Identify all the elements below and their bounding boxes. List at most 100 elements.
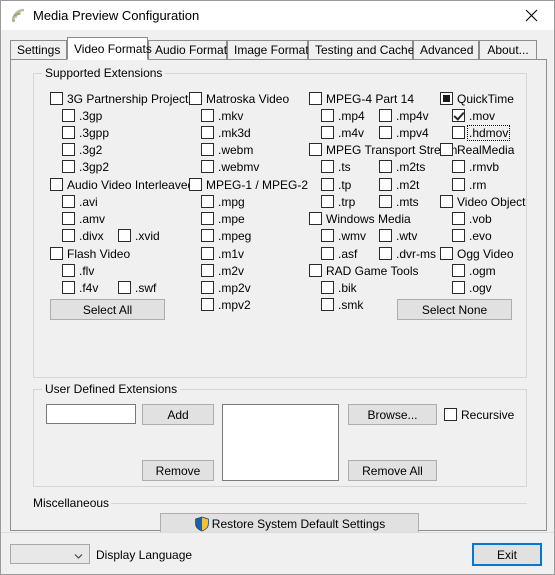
checkbox-mpe[interactable]: .mpe bbox=[201, 211, 245, 226]
checkbox-label: .flv bbox=[79, 263, 95, 278]
checkbox-label: .avi bbox=[79, 194, 98, 209]
checkbox-box bbox=[321, 298, 334, 311]
checkbox-mp4v[interactable]: .mp4v bbox=[379, 108, 429, 123]
checkbox-mpg[interactable]: .mpg bbox=[201, 194, 245, 209]
checkbox-label: Ogg Video bbox=[457, 246, 514, 261]
select-none-button[interactable]: Select None bbox=[397, 299, 512, 320]
display-language-select[interactable] bbox=[10, 544, 90, 564]
tab-settings[interactable]: Settings bbox=[10, 40, 67, 59]
checkbox-smk[interactable]: .smk bbox=[321, 297, 363, 312]
checkbox-3g2[interactable]: .3g2 bbox=[62, 142, 102, 157]
checkbox-webmv[interactable]: .webmv bbox=[201, 159, 259, 174]
checkbox-3gpp[interactable]: .3gpp bbox=[62, 125, 109, 140]
checkbox-dvr-ms[interactable]: .dvr-ms bbox=[379, 246, 436, 261]
checkbox-label: .mts bbox=[396, 194, 419, 209]
tab-image-formats[interactable]: Image Formats bbox=[227, 40, 315, 59]
checkbox-label: .smk bbox=[338, 297, 364, 312]
checkbox-amv[interactable]: .amv bbox=[62, 211, 105, 226]
checkbox-realmedia[interactable]: RealMedia bbox=[440, 142, 514, 157]
chevron-down-icon bbox=[74, 550, 83, 559]
tab-label: Settings bbox=[17, 43, 61, 57]
checkbox-rmvb[interactable]: .rmvb bbox=[452, 159, 499, 174]
select-all-button[interactable]: Select All bbox=[50, 299, 165, 320]
checkbox-recursive[interactable]: Recursive bbox=[444, 407, 514, 422]
exit-button[interactable]: Exit bbox=[472, 543, 542, 566]
checkbox-mov[interactable]: .mov bbox=[452, 108, 495, 123]
checkbox-rad-game-tools[interactable]: RAD Game Tools bbox=[309, 263, 418, 278]
user-extension-input[interactable] bbox=[46, 404, 136, 424]
checkbox-m2ts[interactable]: .m2ts bbox=[379, 159, 425, 174]
checkbox-rm[interactable]: .rm bbox=[452, 177, 486, 192]
checkbox-webm[interactable]: .webm bbox=[201, 142, 253, 157]
checkbox-label: .3gp bbox=[79, 108, 103, 123]
window-title: Media Preview Configuration bbox=[33, 8, 200, 23]
checkbox-asf[interactable]: .asf bbox=[321, 246, 357, 261]
checkbox-box bbox=[118, 229, 131, 242]
checkbox-video-object[interactable]: Video Object bbox=[440, 194, 526, 209]
tab-video-formats[interactable]: Video Formats bbox=[67, 37, 152, 60]
checkbox-divx[interactable]: .divx bbox=[62, 228, 104, 243]
checkbox-audio-video-interleaved[interactable]: Audio Video Interleaved bbox=[50, 177, 194, 192]
checkbox-box bbox=[201, 126, 214, 139]
checkbox-ogg-video[interactable]: Ogg Video bbox=[440, 246, 514, 261]
checkbox-xvid[interactable]: .xvid bbox=[118, 228, 160, 243]
close-icon[interactable] bbox=[508, 1, 554, 29]
checkbox-mts[interactable]: .mts bbox=[379, 194, 419, 209]
video-formats-tab-page: Supported Extensions 3G Partnership Proj… bbox=[10, 59, 547, 574]
checkbox-label: .mpeg bbox=[218, 228, 252, 243]
tab-advanced[interactable]: Advanced bbox=[413, 40, 479, 59]
checkbox-swf[interactable]: .swf bbox=[118, 280, 156, 295]
checkbox-label: .m1v bbox=[218, 246, 245, 261]
checkbox-box bbox=[321, 281, 334, 294]
checkbox-m1v[interactable]: .m1v bbox=[201, 246, 244, 261]
checkbox-3gp[interactable]: .3gp bbox=[62, 108, 102, 123]
checkbox-mk3d[interactable]: .mk3d bbox=[201, 125, 251, 140]
checkbox-mpeg-1-mpeg-2[interactable]: MPEG-1 / MPEG-2 bbox=[189, 177, 308, 192]
checkbox-m2v[interactable]: .m2v bbox=[201, 263, 244, 278]
checkbox-ts[interactable]: .ts bbox=[321, 159, 351, 174]
checkbox-wmv[interactable]: .wmv bbox=[321, 228, 366, 243]
add-extension-button[interactable]: Add bbox=[142, 404, 214, 425]
checkbox-mp4[interactable]: .mp4 bbox=[321, 108, 365, 123]
tab-audio-formats[interactable]: Audio Formats bbox=[148, 40, 233, 59]
button-label: Browse... bbox=[367, 407, 418, 422]
checkbox-mpeg-transport-stream[interactable]: MPEG Transport Stream bbox=[309, 142, 457, 157]
checkbox-avi[interactable]: .avi bbox=[62, 194, 98, 209]
checkbox-trp[interactable]: .trp bbox=[321, 194, 355, 209]
checkbox-m2t[interactable]: .m2t bbox=[379, 177, 419, 192]
checkbox-bik[interactable]: .bik bbox=[321, 280, 357, 295]
checkbox-m4v[interactable]: .m4v bbox=[321, 125, 364, 140]
checkbox-box bbox=[452, 160, 465, 173]
checkbox-mpv2[interactable]: .mpv2 bbox=[201, 297, 251, 312]
checkbox-hdmov[interactable]: .hdmov bbox=[452, 124, 511, 141]
tab-about[interactable]: About... bbox=[479, 40, 537, 59]
checkbox-matroska-video[interactable]: Matroska Video bbox=[189, 91, 289, 106]
user-extensions-listbox[interactable] bbox=[222, 404, 339, 481]
title-bar: Media Preview Configuration bbox=[1, 1, 554, 31]
checkbox-mpeg-4-part-14[interactable]: MPEG-4 Part 14 bbox=[309, 91, 414, 106]
tab-testing-and-cache[interactable]: Testing and Cache bbox=[308, 40, 414, 59]
checkbox-mkv[interactable]: .mkv bbox=[201, 108, 243, 123]
remove-all-button[interactable]: Remove All bbox=[348, 460, 437, 481]
tab-label: Advanced bbox=[420, 43, 474, 57]
checkbox-evo[interactable]: .evo bbox=[452, 228, 492, 243]
checkbox-tp[interactable]: .tp bbox=[321, 177, 351, 192]
checkbox-flv[interactable]: .flv bbox=[62, 263, 94, 278]
checkbox-ogv[interactable]: .ogv bbox=[452, 280, 492, 295]
checkbox-mpv4[interactable]: .mpv4 bbox=[379, 125, 429, 140]
checkbox-3gp2[interactable]: .3gp2 bbox=[62, 159, 109, 174]
checkbox-vob[interactable]: .vob bbox=[452, 211, 492, 226]
checkbox-mp2v[interactable]: .mp2v bbox=[201, 280, 251, 295]
checkbox-quicktime[interactable]: QuickTime bbox=[440, 91, 514, 106]
checkbox-mpeg[interactable]: .mpeg bbox=[201, 228, 251, 243]
checkbox-label: .m2ts bbox=[396, 159, 426, 174]
checkbox-windows-media[interactable]: Windows Media bbox=[309, 211, 411, 226]
checkbox-wtv[interactable]: .wtv bbox=[379, 228, 417, 243]
checkbox-3g-partnership-project[interactable]: 3G Partnership Project bbox=[50, 91, 188, 106]
checkbox-box bbox=[62, 143, 75, 156]
checkbox-flash-video[interactable]: Flash Video bbox=[50, 246, 130, 261]
checkbox-ogm[interactable]: .ogm bbox=[452, 263, 496, 278]
remove-extension-button[interactable]: Remove bbox=[142, 460, 214, 481]
browse-button[interactable]: Browse... bbox=[348, 404, 437, 425]
checkbox-f4v[interactable]: .f4v bbox=[62, 280, 98, 295]
